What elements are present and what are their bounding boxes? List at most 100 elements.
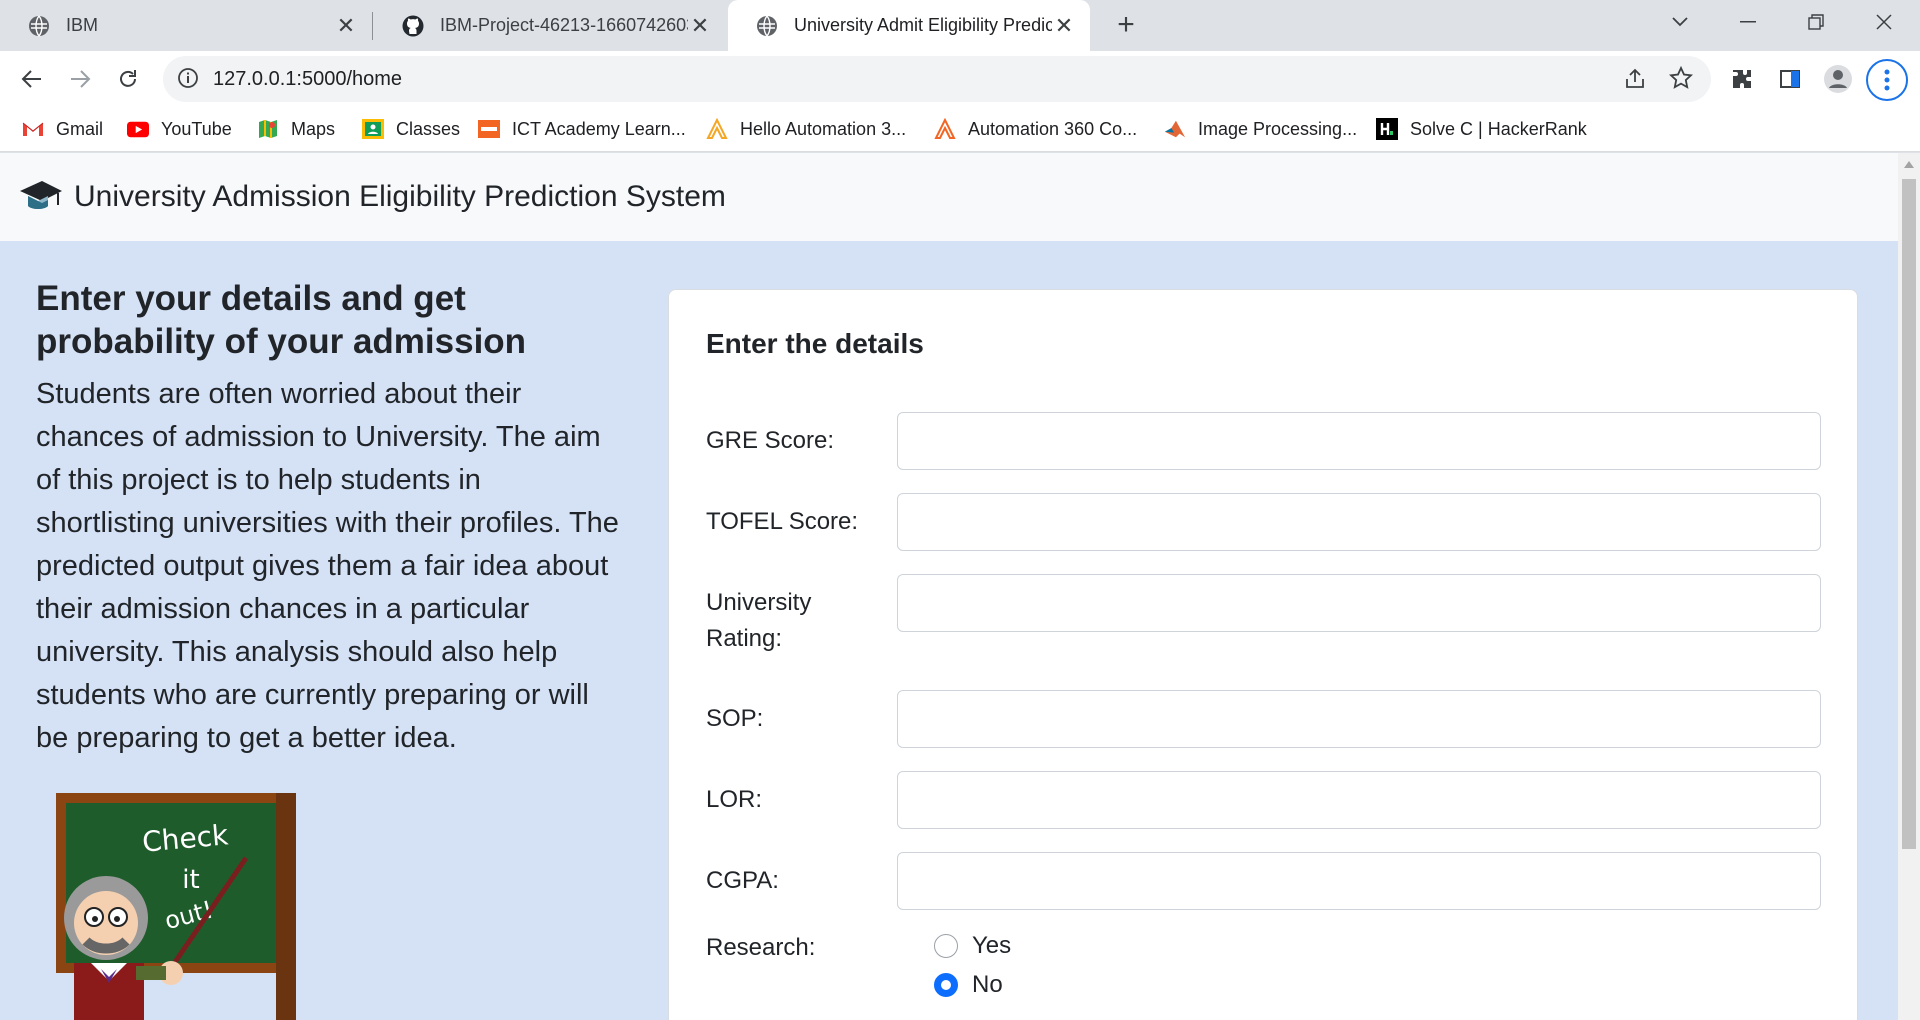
form-title: Enter the details bbox=[706, 328, 924, 359]
github-icon bbox=[402, 15, 424, 36]
bookmark-label: Gmail bbox=[56, 118, 104, 139]
tab-search-icon[interactable] bbox=[1652, 0, 1708, 44]
bookmark-maps[interactable]: Maps bbox=[257, 115, 335, 143]
teacher-chalkboard-illustration: Check it out! bbox=[56, 793, 296, 1020]
bookmark-image-processing[interactable]: Image Processing... bbox=[1164, 115, 1357, 143]
bookmark-classes[interactable]: Classes bbox=[362, 115, 460, 143]
address-bar[interactable]: 127.0.0.1:5000/home bbox=[163, 56, 1711, 102]
reload-button[interactable] bbox=[108, 59, 148, 99]
close-tab-icon[interactable]: ✕ bbox=[1052, 13, 1076, 39]
gre-score-row: GRE Score: bbox=[706, 412, 1826, 470]
gre-score-label: GRE Score: bbox=[706, 427, 835, 454]
intro-heading: Enter your details and get probability o… bbox=[36, 279, 527, 361]
research-no-option[interactable]: No bbox=[934, 971, 1003, 999]
university-rating-row: University Rating: bbox=[706, 574, 1826, 654]
chalkboard-text: it bbox=[182, 865, 199, 895]
page-scrollbar[interactable] bbox=[1898, 153, 1920, 1020]
ict-academy-icon bbox=[478, 118, 500, 140]
bookmarks-bar: Gmail YouTube Maps Classes ICT Academy L… bbox=[0, 107, 1920, 152]
university-rating-input[interactable] bbox=[897, 574, 1821, 632]
bookmark-label: Solve C | HackerRank bbox=[1410, 118, 1587, 139]
navbar-brand[interactable]: University Admission Eligibility Predict… bbox=[74, 180, 726, 214]
bookmark-ict-academy[interactable]: ICT Academy Learn... bbox=[478, 115, 686, 143]
bookmark-label: Image Processing... bbox=[1198, 118, 1358, 139]
maps-icon bbox=[257, 118, 279, 140]
bookmark-label: ICT Academy Learn... bbox=[512, 118, 686, 139]
cgpa-input[interactable] bbox=[897, 852, 1821, 910]
bookmark-gmail[interactable]: Gmail bbox=[22, 115, 103, 143]
graduation-cap-icon bbox=[20, 181, 62, 209]
tab-strip: IBM ✕ IBM-Project-46213-1660742603/ ✕ Un… bbox=[0, 0, 1920, 51]
bookmark-star-icon[interactable] bbox=[1669, 66, 1693, 90]
close-window-icon[interactable] bbox=[1856, 0, 1912, 44]
tab-github[interactable]: IBM-Project-46213-1660742603/ ✕ bbox=[374, 0, 726, 51]
bookmark-automation-360[interactable]: Automation 360 Co... bbox=[934, 115, 1137, 143]
intro-section: Enter your details and get probability o… bbox=[36, 277, 626, 760]
reload-icon bbox=[120, 70, 136, 87]
matlab-icon bbox=[1164, 118, 1186, 140]
back-arrow-icon bbox=[21, 70, 41, 88]
lor-row: LOR: bbox=[706, 771, 1826, 829]
site-info-icon[interactable] bbox=[177, 67, 199, 89]
tofel-score-row: TOFEL Score: bbox=[706, 493, 1826, 551]
gmail-icon bbox=[22, 118, 44, 140]
share-icon[interactable] bbox=[1623, 67, 1647, 91]
scroll-up-icon[interactable] bbox=[1904, 161, 1914, 168]
bookmark-youtube[interactable]: YouTube bbox=[127, 115, 232, 143]
restore-icon[interactable] bbox=[1788, 0, 1844, 44]
navbar: University Admission Eligibility Predict… bbox=[0, 153, 1898, 241]
bookmark-label: Hello Automation 3... bbox=[740, 118, 907, 139]
bookmark-hackerrank[interactable]: Solve C | HackerRank bbox=[1376, 115, 1587, 143]
radio-no[interactable] bbox=[934, 973, 958, 997]
forward-arrow-icon bbox=[71, 70, 91, 88]
tab-university-admit[interactable]: University Admit Eligibility Predic ✕ bbox=[728, 0, 1090, 51]
close-tab-icon[interactable]: ✕ bbox=[688, 13, 712, 39]
globe-icon bbox=[29, 15, 49, 36]
cgpa-label: CGPA: bbox=[706, 867, 779, 894]
tab-ibm[interactable]: IBM ✕ bbox=[0, 0, 372, 51]
youtube-icon bbox=[127, 118, 149, 140]
chrome-menu-icon[interactable] bbox=[1866, 59, 1908, 101]
details-form-card: Enter the details GRE Score: TOFEL Score… bbox=[668, 289, 1858, 1020]
browser-toolbar: 127.0.0.1:5000/home bbox=[0, 51, 1920, 107]
back-button[interactable] bbox=[12, 59, 52, 99]
radio-yes-label: Yes bbox=[972, 932, 1012, 959]
university-rating-label: University Rating: bbox=[706, 589, 812, 652]
lor-label: LOR: bbox=[706, 786, 763, 813]
gre-score-input[interactable] bbox=[897, 412, 1821, 470]
bookmark-label: Classes bbox=[396, 118, 461, 139]
tofel-score-input[interactable] bbox=[897, 493, 1821, 551]
url-text[interactable]: 127.0.0.1:5000/home bbox=[213, 68, 402, 91]
tab-title: IBM bbox=[66, 15, 99, 35]
hackerrank-icon bbox=[1376, 118, 1398, 140]
research-label: Research: bbox=[706, 934, 816, 961]
classes-icon bbox=[362, 118, 384, 140]
globe-icon bbox=[757, 15, 777, 36]
scrollbar-thumb[interactable] bbox=[1902, 179, 1916, 849]
close-tab-icon[interactable]: ✕ bbox=[334, 13, 358, 39]
bookmark-hello-automation[interactable]: Hello Automation 3... bbox=[706, 115, 906, 143]
intro-description: Students are often worried about their c… bbox=[36, 378, 619, 754]
forward-button[interactable] bbox=[60, 59, 100, 99]
minimize-icon[interactable] bbox=[1720, 0, 1776, 44]
automation-anywhere-icon bbox=[706, 118, 728, 140]
side-panel-icon[interactable] bbox=[1774, 63, 1806, 95]
research-row: Research: Yes No bbox=[706, 930, 1826, 1020]
cgpa-row: CGPA: bbox=[706, 852, 1826, 910]
sop-label: SOP: bbox=[706, 705, 764, 732]
tab-separator bbox=[372, 12, 373, 40]
page-viewport: University Admission Eligibility Predict… bbox=[0, 153, 1898, 1020]
lor-input[interactable] bbox=[897, 771, 1821, 829]
sop-input[interactable] bbox=[897, 690, 1821, 748]
tab-title: IBM-Project-46213-1660742603/ bbox=[440, 15, 688, 35]
tofel-score-label: TOFEL Score: bbox=[706, 508, 859, 535]
new-tab-button[interactable]: + bbox=[1108, 8, 1144, 44]
sop-row: SOP: bbox=[706, 690, 1826, 748]
radio-yes[interactable] bbox=[934, 934, 958, 958]
extensions-icon[interactable] bbox=[1726, 63, 1758, 95]
automation-anywhere-icon bbox=[934, 118, 956, 140]
profile-avatar-icon[interactable] bbox=[1822, 63, 1854, 95]
tab-title: University Admit Eligibility Predic bbox=[794, 15, 1052, 35]
bookmark-label: YouTube bbox=[161, 118, 232, 139]
research-yes-option[interactable]: Yes bbox=[934, 932, 1011, 960]
